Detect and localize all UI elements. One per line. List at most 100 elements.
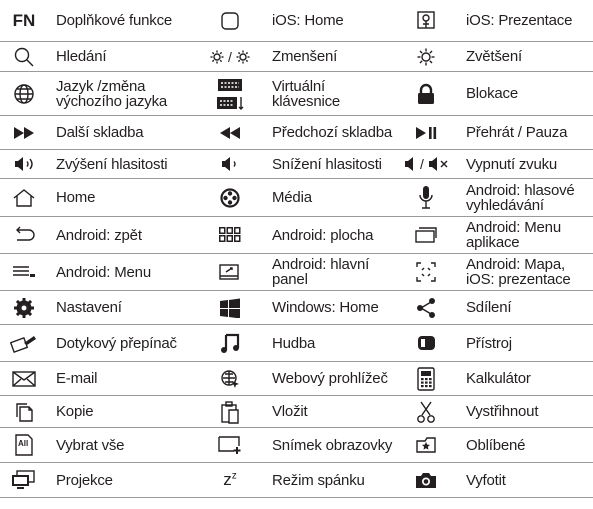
legend-row: Android: zpět Android: plocha Android: Men… [0,217,593,254]
legend-row: Další skladba Předchozí skladba Přehrát / … [0,116,593,150]
label-zvyseni-hlasitosti: Zvýšení hlasitosti [56,155,168,173]
brightness-down-up-icon: / [196,42,264,71]
sleep-icon: zz [196,463,264,497]
paste-icon [196,396,264,427]
label-vypnuti-zvuku: Vypnutí zvuku [466,155,558,173]
label-vlozit: Vložit [272,403,308,420]
label-prehrat-pauza: Přehrát / Pauza [466,124,568,141]
label-blokace: Blokace [466,85,518,102]
screenshot-icon [196,428,264,462]
mute-icon: / [402,150,450,178]
label-e-mail: E-mail [56,370,98,387]
label-vyfotit: Vyfotit [466,471,506,489]
label-media: Média [272,189,312,206]
label-android-hlasove-vyhledavani: Android: hlasové vyhledávání [466,181,575,214]
legend-row: Android: Menu Android: hlavní panel Androi… [0,254,593,291]
scissors-icon [402,396,450,427]
sleep-z: zz [223,470,237,489]
lock-icon [402,72,450,115]
label-webovy-prohlizec: Webový prohlížeč [272,370,388,387]
label-snizeni-hlasitosti: Snížení hlasitosti [272,155,382,173]
label-vybrat-vse: Vybrat vše [56,436,125,454]
back-arrow-icon [0,217,48,253]
volume-down-icon [196,150,264,178]
label-android-menu-aplikace: Android: Menu aplikace [466,219,561,251]
label-pristroj: Přístroj [466,334,512,352]
label-hudba: Hudba [272,334,316,352]
microphone-icon [402,179,450,216]
legend-row: Kopie Vložit Vystřihnout [0,396,593,428]
label-oblibene: Oblíbené [466,436,526,454]
label-sdileni: Sdílení [466,299,512,316]
windows-logo-icon [196,291,264,324]
label-predchozi-skladba: Předchozí skladba [272,124,393,141]
label-vystrihnout: Vystřihnout [466,403,539,420]
fn-text-icon: FN [0,0,48,41]
copy-icon [0,396,48,427]
label-dotykovy-prepinac: Dotykový přepínač [56,334,177,352]
all-text: All [18,439,29,448]
legend-row: All Vybrat vše Snímek obrazovky Oblíbené [0,428,593,463]
legend-row: Zvýšení hlasitosti Snížení hlasitosti / Vyp… [0,150,593,179]
camera-icon [402,463,450,497]
main-panel-icon [196,254,264,290]
label-android-zpet: Android: zpět [56,226,142,244]
label-rezim-spanku: Režim spánku [272,471,365,489]
label-android-mapa-ios-prezentace: Android: Mapa, iOS: prezentace [466,256,571,288]
calculator-icon [402,362,450,395]
web-browser-icon [196,362,264,395]
label-nastaveni: Nastavení [56,299,122,316]
desktop-grid-icon [196,217,264,253]
label-kopie: Kopie [56,403,94,420]
legend-row: Projekce zz Režim spánku Vyfotit [0,463,593,498]
label-zvetseni: Zvětšení [466,48,522,65]
legend-row: Jazyk /změna výchozího jazyka Virtuální k… [0,72,593,116]
music-note-icon [196,325,264,361]
globe-icon [0,72,48,115]
label-windows-home: Windows: Home [272,299,379,316]
label-snimek-obrazovky: Snímek obrazovky [272,436,393,454]
envelope-icon [0,362,48,395]
touchpad-switch-icon [0,325,48,361]
legend-row: Dotykový přepínač Hudba Přístroj [0,325,593,362]
play-pause-icon [402,116,450,149]
slash-text: / [228,48,232,65]
magnifier-icon [0,42,48,71]
label-ios-home: iOS: Home [272,12,344,29]
legend-row: Nastavení Windows: Home Sdílení [0,291,593,325]
gear-icon [0,291,48,324]
label-dalsi-skladba: Další skladba [56,124,144,141]
label-hledani: Hledání [56,48,107,65]
slash-text: / [420,156,424,172]
label-android-menu: Android: Menu [56,263,151,281]
film-reel-icon [196,179,264,216]
label-zmenseni: Zmenšení [272,48,338,65]
fast-forward-icon [0,116,48,149]
favorite-star-icon [402,428,450,462]
label-virtualni-klavesnice: Virtuální klávesnice [272,77,341,110]
legend-row: Home Média Android: hlasové vyhledávání [0,179,593,217]
presentation-stand-icon [402,0,450,41]
label-doplnkove-funkce: Doplňkové funkce [56,12,173,29]
select-all-icon: All [0,428,48,462]
function-key-legend: FN Doplňkové funkce iOS: Home iOS: Prezenta… [0,0,593,509]
projection-icon [0,463,48,497]
label-kalkulator: Kalkulátor [466,370,531,387]
screen-fit-icon [402,254,450,290]
label-projekce: Projekce [56,471,113,489]
rewind-icon [196,116,264,149]
device-icon [402,325,450,361]
brightness-up-icon [402,42,450,71]
fn-key-text: FN [12,10,36,30]
label-home: Home [56,189,96,206]
home-icon [0,179,48,216]
legend-row: FN Doplňkové funkce iOS: Home iOS: Prezenta… [0,0,593,42]
app-menu-icon [402,217,450,253]
rounded-square-icon [196,0,264,41]
share-icon [402,291,450,324]
label-android-hlavni-panel: Android: hlavní panel [272,256,370,288]
menu-lines-icon [0,254,48,290]
label-jazyk-zmena-vychoziho-jazyka: Jazyk /změna výchozího jazyka [56,77,168,110]
keyboard-icons [196,72,264,115]
legend-row: Hledání / Zmenšení Zvětšení [0,42,593,72]
